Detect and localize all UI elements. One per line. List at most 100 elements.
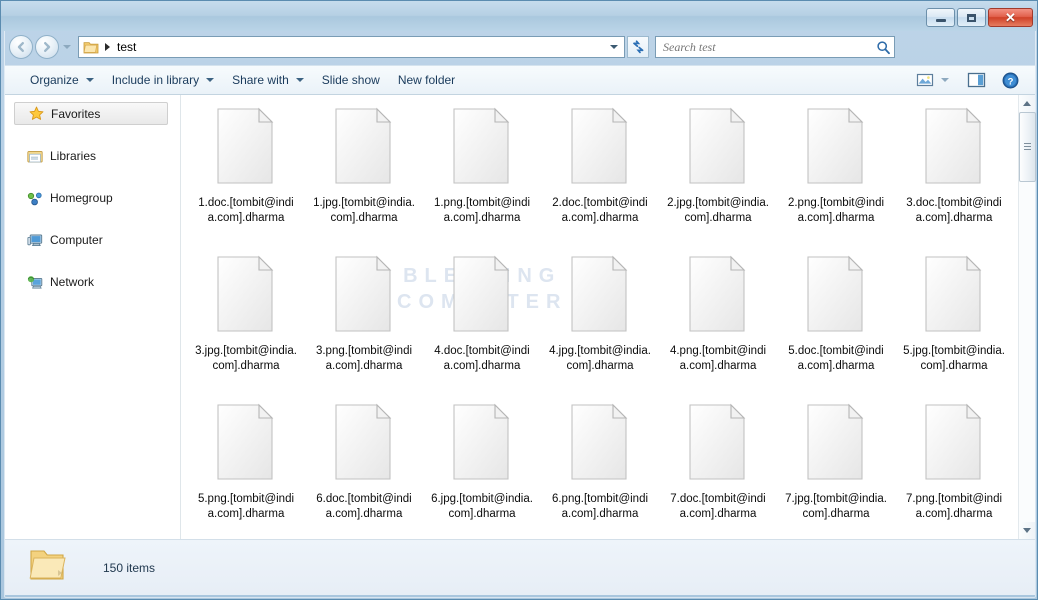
document-icon — [451, 107, 513, 190]
document-icon — [335, 107, 392, 184]
close-button[interactable]: ✕ — [988, 8, 1033, 27]
breadcrumb-test[interactable]: test — [117, 40, 606, 54]
vertical-scrollbar[interactable] — [1018, 95, 1036, 539]
maximize-button[interactable] — [957, 8, 986, 27]
document-icon — [571, 107, 628, 184]
file-item[interactable]: 1.png.[tombit@india.com].dharma — [423, 103, 541, 251]
file-item[interactable]: 2.doc.[tombit@india.com].dharma — [541, 103, 659, 251]
preview-pane-button[interactable] — [967, 72, 986, 88]
file-name-label: 7.jpg.[tombit@india.com].dharma — [785, 493, 887, 520]
file-item[interactable]: 5.jpg.[tombit@india.com].dharma — [895, 251, 1013, 399]
recent-pages-button[interactable] — [60, 36, 74, 58]
file-item[interactable]: 5.png.[tombit@india.com].dharma — [187, 399, 305, 539]
file-item[interactable]: 1.doc.[tombit@india.com].dharma — [187, 103, 305, 251]
change-view-dropdown-button[interactable] — [941, 78, 949, 82]
new-folder-button[interactable]: New folder — [389, 68, 464, 92]
window-controls: ✕ — [926, 8, 1033, 27]
document-icon — [451, 403, 513, 486]
document-icon — [571, 403, 628, 480]
chevron-down-icon — [941, 78, 949, 82]
document-icon — [215, 107, 277, 190]
file-name-label: 5.jpg.[tombit@india.com].dharma — [903, 345, 1005, 372]
new-folder-label: New folder — [397, 73, 456, 87]
file-item[interactable]: 7.png.[tombit@india.com].dharma — [895, 399, 1013, 539]
chevron-down-icon — [610, 45, 618, 49]
back-arrow-icon — [17, 42, 24, 52]
sidebar-item-libraries[interactable]: Libraries — [5, 145, 180, 167]
sidebar-item-homegroup[interactable]: Homegroup — [5, 187, 180, 209]
share-with-label: Share with — [232, 73, 289, 87]
document-icon — [333, 255, 395, 338]
toolbar-right-group: ? — [916, 72, 1035, 89]
sidebar-item-favorites[interactable]: Favorites — [14, 102, 168, 125]
help-button[interactable]: ? — [1002, 72, 1019, 89]
file-item[interactable]: 7.doc.[tombit@india.com].dharma — [659, 399, 777, 539]
organize-label: Organize — [30, 73, 79, 87]
address-bar[interactable]: test — [78, 36, 625, 58]
minimize-button[interactable] — [926, 8, 955, 27]
file-item[interactable]: 1.jpg.[tombit@india.com].dharma — [305, 103, 423, 251]
chevron-down-icon — [63, 45, 71, 49]
file-name-label: 6.jpg.[tombit@india.com].dharma — [431, 493, 533, 520]
file-item[interactable]: 3.doc.[tombit@india.com].dharma — [895, 103, 1013, 251]
document-icon — [687, 107, 749, 190]
view-options-icon — [916, 73, 934, 87]
include-in-library-button[interactable]: Include in library — [103, 68, 223, 92]
address-dropdown-button[interactable] — [606, 45, 622, 49]
file-item[interactable]: 7.jpg.[tombit@india.com].dharma — [777, 399, 895, 539]
document-icon — [923, 255, 985, 338]
file-item[interactable]: 3.png.[tombit@india.com].dharma — [305, 251, 423, 399]
file-item[interactable]: 5.doc.[tombit@india.com].dharma — [777, 251, 895, 399]
file-item[interactable]: 6.png.[tombit@india.com].dharma — [541, 399, 659, 539]
document-icon — [215, 255, 277, 338]
file-name-label: 4.png.[tombit@india.com].dharma — [669, 345, 767, 372]
organize-button[interactable]: Organize — [21, 68, 103, 92]
file-item[interactable]: 6.doc.[tombit@india.com].dharma — [305, 399, 423, 539]
document-icon — [335, 403, 392, 480]
refresh-button[interactable] — [627, 36, 649, 58]
file-grid: 1.doc.[tombit@india.com].dharma 1.jpg.[t… — [181, 95, 1018, 539]
document-icon — [925, 403, 982, 480]
document-icon — [451, 255, 513, 338]
help-icon: ? — [1002, 72, 1019, 88]
file-name-label: 1.doc.[tombit@india.com].dharma — [198, 197, 294, 224]
file-item[interactable]: 2.jpg.[tombit@india.com].dharma — [659, 103, 777, 251]
file-name-label: 5.png.[tombit@india.com].dharma — [197, 493, 295, 520]
file-item[interactable]: 2.png.[tombit@india.com].dharma — [777, 103, 895, 251]
file-item[interactable]: 4.jpg.[tombit@india.com].dharma — [541, 251, 659, 399]
file-item[interactable]: 6.jpg.[tombit@india.com].dharma — [423, 399, 541, 539]
share-with-button[interactable]: Share with — [223, 68, 313, 92]
document-icon — [923, 403, 985, 486]
document-icon — [807, 107, 864, 184]
svg-text:?: ? — [1008, 76, 1014, 87]
search-box[interactable] — [655, 36, 895, 58]
change-view-button[interactable] — [916, 72, 935, 88]
document-icon — [689, 403, 746, 480]
file-name-label: 5.doc.[tombit@india.com].dharma — [788, 345, 884, 372]
explorer-body: Favorites Libraries Homegroup Computer N… — [5, 95, 1036, 539]
scrollbar-track[interactable] — [1019, 112, 1036, 522]
network-icon — [27, 274, 43, 290]
file-name-label: 1.jpg.[tombit@india.com].dharma — [313, 197, 415, 224]
sidebar-item-computer[interactable]: Computer — [5, 229, 180, 251]
chevron-down-icon — [85, 78, 94, 82]
file-item[interactable]: 4.png.[tombit@india.com].dharma — [659, 251, 777, 399]
document-icon — [805, 255, 867, 338]
slide-show-button[interactable]: Slide show — [313, 68, 389, 92]
back-button[interactable] — [9, 35, 33, 59]
chevron-up-icon — [1023, 101, 1031, 106]
forward-button[interactable] — [35, 35, 59, 59]
document-icon — [805, 107, 867, 190]
scrollbar-thumb[interactable] — [1019, 112, 1036, 182]
scroll-down-button[interactable] — [1019, 522, 1035, 539]
file-item[interactable]: 3.jpg.[tombit@india.com].dharma — [187, 251, 305, 399]
document-icon — [807, 403, 864, 480]
document-icon — [453, 107, 510, 184]
search-input[interactable] — [663, 39, 876, 55]
file-item[interactable]: 4.doc.[tombit@india.com].dharma — [423, 251, 541, 399]
sidebar-item-network[interactable]: Network — [5, 271, 180, 293]
file-list-pane[interactable]: BLEEPING COMPUTER 1.doc.[tombit@india.co… — [181, 95, 1018, 539]
scroll-up-button[interactable] — [1019, 95, 1035, 112]
file-name-label: 3.png.[tombit@india.com].dharma — [315, 345, 413, 372]
scrollbar-grip-icon — [1024, 142, 1031, 152]
